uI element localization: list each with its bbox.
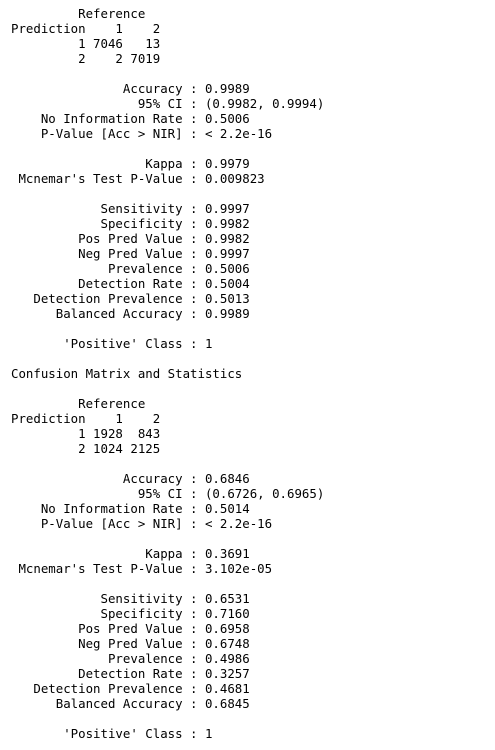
console-line: Pos Pred Value : 0.9982 [11, 231, 250, 246]
console-line: P-Value [Acc > NIR] : < 2.2e-16 [11, 516, 273, 531]
console-line: Sensitivity : 0.6531 [11, 591, 250, 606]
console-line: Reference [11, 6, 146, 21]
console-line: Detection Rate : 0.3257 [11, 666, 250, 681]
console-line: 1 1928 843 [11, 426, 161, 441]
console-line: Accuracy : 0.6846 [11, 471, 250, 486]
console-line: 'Positive' Class : 1 [11, 726, 213, 741]
console-line: Balanced Accuracy : 0.9989 [11, 306, 250, 321]
console-line: Mcnemar's Test P-Value : 0.009823 [11, 171, 265, 186]
console-line: 1 7046 13 [11, 36, 161, 51]
console-line: No Information Rate : 0.5006 [11, 111, 250, 126]
console-line: Specificity : 0.7160 [11, 606, 250, 621]
console-line: 95% CI : (0.6726, 0.6965) [11, 486, 325, 501]
console-line: Accuracy : 0.9989 [11, 81, 250, 96]
console-line: Confusion Matrix and Statistics [11, 366, 243, 381]
console-line: 'Positive' Class : 1 [11, 336, 213, 351]
console-line: 2 1024 2125 [11, 441, 161, 456]
console-line: Sensitivity : 0.9997 [11, 201, 250, 216]
console-line: P-Value [Acc > NIR] : < 2.2e-16 [11, 126, 273, 141]
console-line: Pos Pred Value : 0.6958 [11, 621, 250, 636]
console-line: 2 2 7019 [11, 51, 161, 66]
console-line: Detection Prevalence : 0.5013 [11, 291, 250, 306]
console-line: Kappa : 0.3691 [11, 546, 250, 561]
console-line: Prevalence : 0.5006 [11, 261, 250, 276]
console-line: Detection Rate : 0.5004 [11, 276, 250, 291]
console-line: Balanced Accuracy : 0.6845 [11, 696, 250, 711]
console-line: Mcnemar's Test P-Value : 3.102e-05 [11, 561, 273, 576]
console-line: No Information Rate : 0.5014 [11, 501, 250, 516]
console-line: Specificity : 0.9982 [11, 216, 250, 231]
console-line: Detection Prevalence : 0.4681 [11, 681, 250, 696]
console-line: Neg Pred Value : 0.9997 [11, 246, 250, 261]
console-line: Prevalence : 0.4986 [11, 651, 250, 666]
console-line: 95% CI : (0.9982, 0.9994) [11, 96, 325, 111]
console-line: Reference [11, 396, 146, 411]
console-line: Kappa : 0.9979 [11, 156, 250, 171]
console-line: Prediction 1 2 [11, 21, 161, 36]
r-console-output: Reference Prediction 1 2 1 7046 13 2 2 7… [0, 0, 495, 750]
console-line: Prediction 1 2 [11, 411, 161, 426]
console-line: Neg Pred Value : 0.6748 [11, 636, 250, 651]
